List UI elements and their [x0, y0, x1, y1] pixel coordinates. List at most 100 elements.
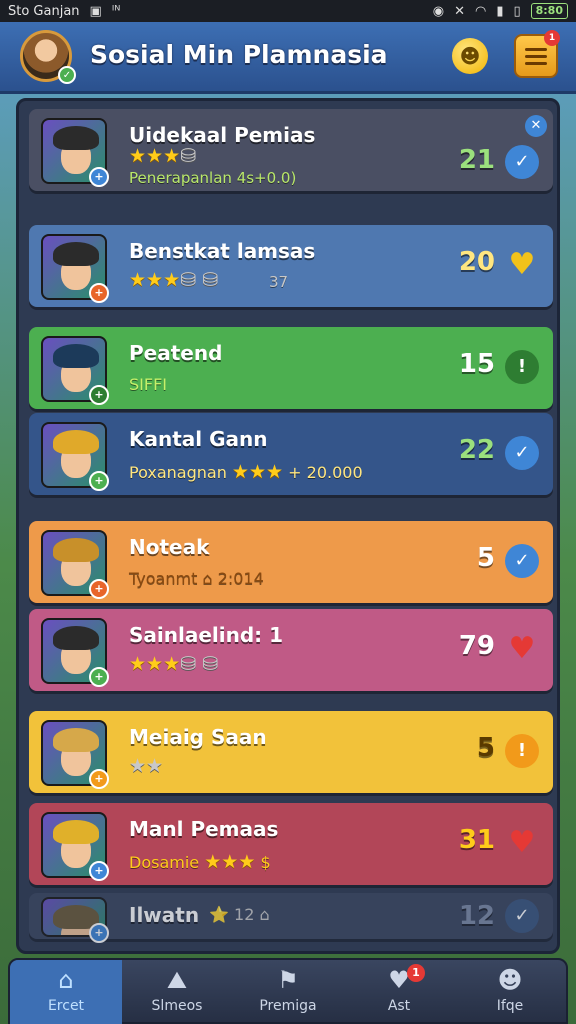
profile-icon: ☻ [497, 966, 523, 994]
wifi-icon: ◠ [474, 3, 487, 19]
portrait-badge-icon: + [89, 861, 109, 881]
emoji-button[interactable]: ☻ [452, 38, 488, 74]
player-score: 15 [458, 349, 495, 379]
star-icon: ★ [146, 755, 164, 777]
bottom-nav: ⌂ Ercet ⛰ Slmeos ⚑ Premiga ♥ Ast 1 ☻ Ifqe [8, 958, 568, 1024]
player-subtitle: SIFFI [129, 375, 167, 394]
check-icon[interactable]: ✓ [505, 436, 539, 470]
list-item[interactable]: + Noteak Tyoanmt ⌂ 2:014 5 ✓ [29, 521, 553, 603]
star-icon: ★ [129, 269, 147, 291]
nav-item-ifqe[interactable]: ☻ Ifqe [454, 960, 566, 1024]
player-subtitle: Poxanagnan ★★★ + 20.000 [129, 461, 363, 483]
check-icon[interactable]: ✓ [505, 145, 539, 179]
star-icon: ★ [204, 851, 222, 873]
list-item[interactable]: + Meiaig Saan ★★ 5! [29, 711, 553, 793]
player-name: Manl Pemaas [129, 817, 279, 841]
hero-hair [53, 430, 99, 454]
nav-label: Slmeos [151, 998, 203, 1014]
nav-label: Premiga [259, 998, 317, 1014]
player-name: Kantal Gann [129, 427, 268, 451]
list-item[interactable]: + Kantal Gann Poxanagnan ★★★ + 20.000 22 ✓ [29, 413, 553, 495]
subtitle-suffix: $ [255, 853, 271, 872]
nav-item-premiga[interactable]: ⚑ Premiga [232, 960, 344, 1024]
list-item[interactable]: + Ilwatn ⭐ 12 ⌂ 12 ✓ [29, 893, 553, 943]
star-icon: ★ [248, 461, 267, 483]
battery-indicator: 8:80 [530, 3, 568, 19]
hero-hair [53, 728, 99, 752]
star-icon: ★ [146, 269, 164, 291]
portrait-badge-icon: + [89, 385, 109, 405]
list-item[interactable]: + Manl Pemaas Dosamie ★★★ $31 ♥ [29, 803, 553, 885]
status-bar: Sto Ganjan ▣ ᴵᴺ ◉ ✕ ◠ ▮ ▯ 8:80 [0, 0, 576, 22]
heart-icon: ♥ [388, 966, 410, 994]
info-icon[interactable]: ! [505, 734, 539, 768]
mute-icon: ✕ [454, 3, 465, 19]
check-icon[interactable]: ✓ [505, 899, 539, 933]
pot-icon: ⛁ [180, 145, 197, 167]
player-name: Sainlaelind: 1 [129, 623, 284, 647]
star-icon: ★ [238, 851, 256, 873]
list-item[interactable]: + Benstkat lamsas ★★★⛁ ⛁ 37 20 ♥ [29, 225, 553, 307]
pot-icon: ⛁ ⛁ [180, 269, 219, 291]
app-header: ✓ Sosial Min Plamnasia ☻ 1 [0, 22, 576, 94]
player-name: Peatend [129, 341, 223, 365]
carrier-label: Sto Ganjan [8, 3, 80, 19]
info-icon[interactable]: ! [505, 350, 539, 384]
player-name: Meiaig Saan [129, 725, 267, 749]
player-subtitle: Tyoanmt ⌂ 2:014 [129, 569, 264, 588]
star-icon: ★ [129, 755, 147, 777]
list-item[interactable]: + Sainlaelind: 1 ★★★⛁ ⛁ 79 ♥ [29, 609, 553, 691]
nav-item-ercet[interactable]: ⌂ Ercet [10, 960, 122, 1024]
page-title: Sosial Min Plamnasia [90, 40, 388, 69]
player-score: 21 [458, 145, 495, 175]
nav-badge: 1 [407, 964, 425, 982]
list-item[interactable]: + Uidekaal Pemias ★★★⛁ Penerapanlan 4s+0.0)… [29, 109, 553, 191]
signal-icon: ▮ [496, 3, 504, 19]
player-name: Uidekaal Pemias [129, 123, 316, 147]
nav-label: Ercet [47, 998, 85, 1014]
player-extra: ⭐ 12 ⌂ [209, 905, 270, 924]
dismiss-icon[interactable]: ✕ [525, 115, 547, 137]
player-score: 79 [458, 631, 495, 661]
menu-icon-bar [525, 54, 547, 58]
notification-icon: ᴵᴺ [111, 3, 121, 19]
player-subtitle: Penerapanlan 4s+0.0) [129, 169, 297, 187]
rating-stars: ★★★⛁ ⛁ [129, 653, 218, 675]
player-subtitle: Dosamie ★★★ $ [129, 851, 271, 873]
check-icon[interactable]: ✓ [505, 544, 539, 578]
player-score: 31 [458, 825, 495, 855]
portrait-badge-icon: + [89, 283, 109, 303]
player-score: 22 [458, 435, 495, 465]
subtitle-suffix: + 20.000 [283, 463, 363, 482]
player-score: 5 [476, 733, 495, 763]
alarm-icon: ◉ [432, 3, 445, 19]
star-icon: ★ [266, 461, 284, 483]
nav-item-slmeos[interactable]: ⛰ Slmeos [121, 960, 233, 1024]
player-name: Benstkat lamsas [129, 239, 316, 263]
rating-stars: ★★★ [231, 461, 284, 483]
player-name: Noteak [129, 535, 210, 559]
heart-icon[interactable]: ♥ [505, 632, 539, 666]
compass-icon: ⚑ [277, 966, 299, 994]
hero-hair [53, 126, 99, 150]
sim-icon: ▯ [513, 3, 521, 19]
list-item[interactable]: + Peatend SIFFI 15! [29, 327, 553, 409]
rating-stars: ★★★⛁ ⛁ [129, 269, 218, 291]
subtitle-prefix: Dosamie [129, 853, 205, 872]
heart-icon[interactable]: ♥ [505, 248, 539, 282]
nav-label: Ifqe [496, 998, 524, 1014]
star-icon: ★ [231, 461, 249, 483]
hero-hair [53, 820, 99, 844]
rating-stars: ★★ [129, 755, 163, 777]
hero-hair [53, 344, 99, 368]
hero-hair [53, 242, 99, 266]
heart-icon[interactable]: ♥ [505, 826, 539, 860]
hero-hair [53, 626, 99, 650]
rating-stars: ★★★⛁ [129, 145, 196, 167]
landscape-icon: ⛰ [166, 966, 188, 994]
nav-item-ast[interactable]: ♥ Ast 1 [343, 960, 455, 1024]
menu-icon [525, 47, 547, 51]
portrait-badge-icon: + [89, 167, 109, 187]
player-subtitle: 37 [269, 273, 289, 291]
player-score: 20 [458, 247, 495, 277]
